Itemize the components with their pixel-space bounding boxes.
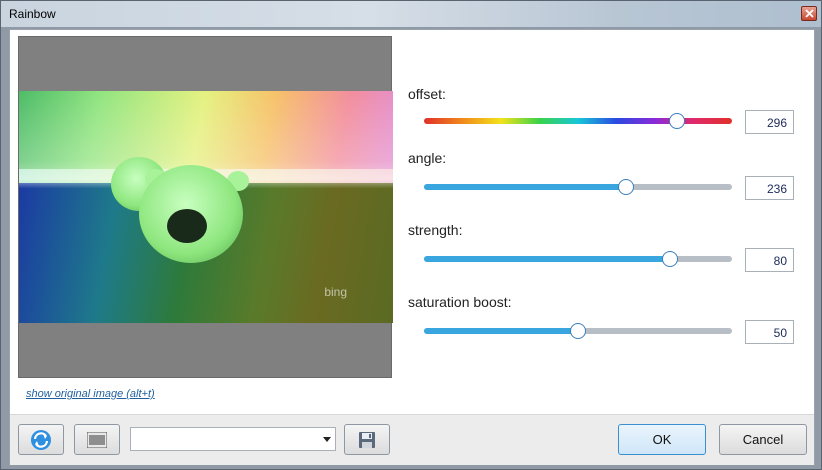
grid-button[interactable] <box>74 424 120 455</box>
angle-slider[interactable] <box>424 179 732 195</box>
saturation-boost-label: saturation boost: <box>408 294 512 310</box>
dialog-client-area: bing show original image (alt+t) offset:… <box>9 29 815 465</box>
strength-slider[interactable] <box>424 251 732 267</box>
close-icon <box>804 9 814 18</box>
saturation-boost-slider-thumb[interactable] <box>570 323 586 339</box>
strength-label: strength: <box>408 222 463 238</box>
bing-watermark: bing <box>324 285 347 299</box>
close-button[interactable] <box>801 6 817 21</box>
preview-image: bing <box>19 91 393 323</box>
refresh-button[interactable] <box>18 424 64 455</box>
offset-slider[interactable] <box>424 113 732 129</box>
cancel-button[interactable]: Cancel <box>719 424 807 455</box>
refresh-icon <box>31 429 51 450</box>
dialog-footer: OK Cancel <box>10 414 814 465</box>
save-preset-button[interactable] <box>344 424 390 455</box>
save-disk-icon <box>359 431 375 448</box>
offset-value[interactable]: 296 <box>745 110 794 134</box>
preset-dropdown[interactable] <box>130 427 336 451</box>
image-preview: bing <box>18 36 393 378</box>
saturation-boost-slider[interactable] <box>424 323 732 339</box>
offset-slider-thumb[interactable] <box>668 113 685 129</box>
offset-label: offset: <box>408 86 446 102</box>
bear-snout <box>167 209 207 243</box>
strength-slider-thumb[interactable] <box>662 251 679 267</box>
chevron-down-icon <box>323 437 331 442</box>
angle-slider-thumb[interactable] <box>617 179 634 195</box>
dialog-window: Rainbow bing show original image (alt+t) <box>0 0 822 470</box>
ok-button[interactable]: OK <box>618 424 706 455</box>
angle-value[interactable]: 236 <box>745 176 794 200</box>
saturation-boost-value[interactable]: 50 <box>745 320 794 344</box>
show-original-link[interactable]: show original image (alt+t) <box>26 388 155 400</box>
strength-value[interactable]: 80 <box>745 248 794 272</box>
window-title: Rainbow <box>9 7 56 21</box>
title-bar[interactable]: Rainbow <box>1 1 821 27</box>
angle-label: angle: <box>408 150 447 166</box>
barcode-icon <box>87 431 107 448</box>
